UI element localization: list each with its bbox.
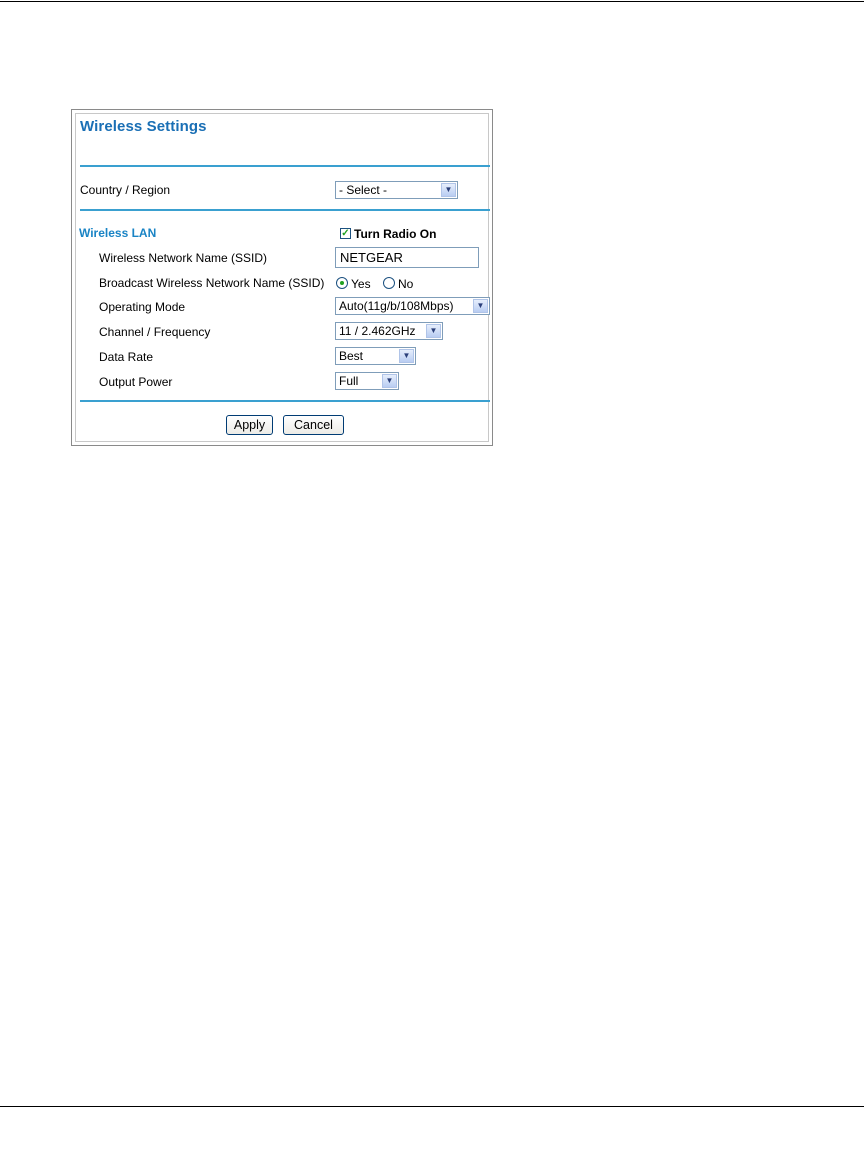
chevron-down-icon[interactable]: ▼ [441, 183, 456, 197]
chevron-down-icon[interactable]: ▼ [382, 374, 397, 388]
channel-frequency-label: Channel / Frequency [99, 325, 211, 339]
broadcast-no-label: No [398, 277, 414, 291]
output-power-label: Output Power [99, 375, 173, 389]
operating-mode-label: Operating Mode [99, 300, 186, 314]
data-rate-label: Data Rate [99, 350, 154, 364]
data-rate-value: Best [339, 349, 364, 363]
country-divider [80, 209, 490, 211]
ssid-input[interactable]: NETGEAR [335, 247, 479, 268]
ssid-label: Wireless Network Name (SSID) [99, 251, 268, 265]
country-region-label: Country / Region [80, 183, 171, 197]
operating-mode-select[interactable]: Auto(11g/b/108Mbps) ▼ [335, 297, 490, 315]
chevron-down-icon[interactable]: ▼ [426, 324, 441, 338]
radio-dot-icon [340, 281, 344, 285]
chevron-down-icon[interactable]: ▼ [473, 299, 488, 313]
wireless-settings-panel: Wireless Settings Country / Region - Sel… [71, 109, 493, 446]
checkmark-icon: ✓ [341, 228, 350, 239]
country-region-select[interactable]: - Select - ▼ [335, 181, 458, 199]
broadcast-yes-label: Yes [351, 277, 371, 291]
page-header-rule [0, 1, 864, 2]
wireless-lan-section-label: Wireless LAN [79, 226, 157, 240]
broadcast-ssid-label: Broadcast Wireless Network Name (SSID) [99, 276, 325, 290]
country-region-value: - Select - [339, 183, 388, 197]
title-divider [80, 165, 490, 167]
channel-frequency-value: 11 / 2.462GHz [339, 324, 416, 338]
broadcast-no-radio[interactable] [383, 277, 395, 289]
output-power-select[interactable]: Full ▼ [335, 372, 399, 390]
cancel-button[interactable]: Cancel [283, 415, 344, 435]
turn-radio-on-label: Turn Radio On [354, 227, 437, 241]
turn-radio-on-checkbox[interactable]: ✓ [340, 228, 351, 239]
page-title: Wireless Settings [80, 118, 207, 135]
buttons-divider [80, 400, 490, 402]
broadcast-yes-radio[interactable] [336, 277, 348, 289]
data-rate-select[interactable]: Best ▼ [335, 347, 416, 365]
channel-frequency-select[interactable]: 11 / 2.462GHz ▼ [335, 322, 443, 340]
page-footer-rule [0, 1106, 864, 1107]
operating-mode-value: Auto(11g/b/108Mbps) [339, 299, 454, 313]
chevron-down-icon[interactable]: ▼ [399, 349, 414, 363]
output-power-value: Full [339, 374, 359, 388]
apply-button[interactable]: Apply [226, 415, 273, 435]
